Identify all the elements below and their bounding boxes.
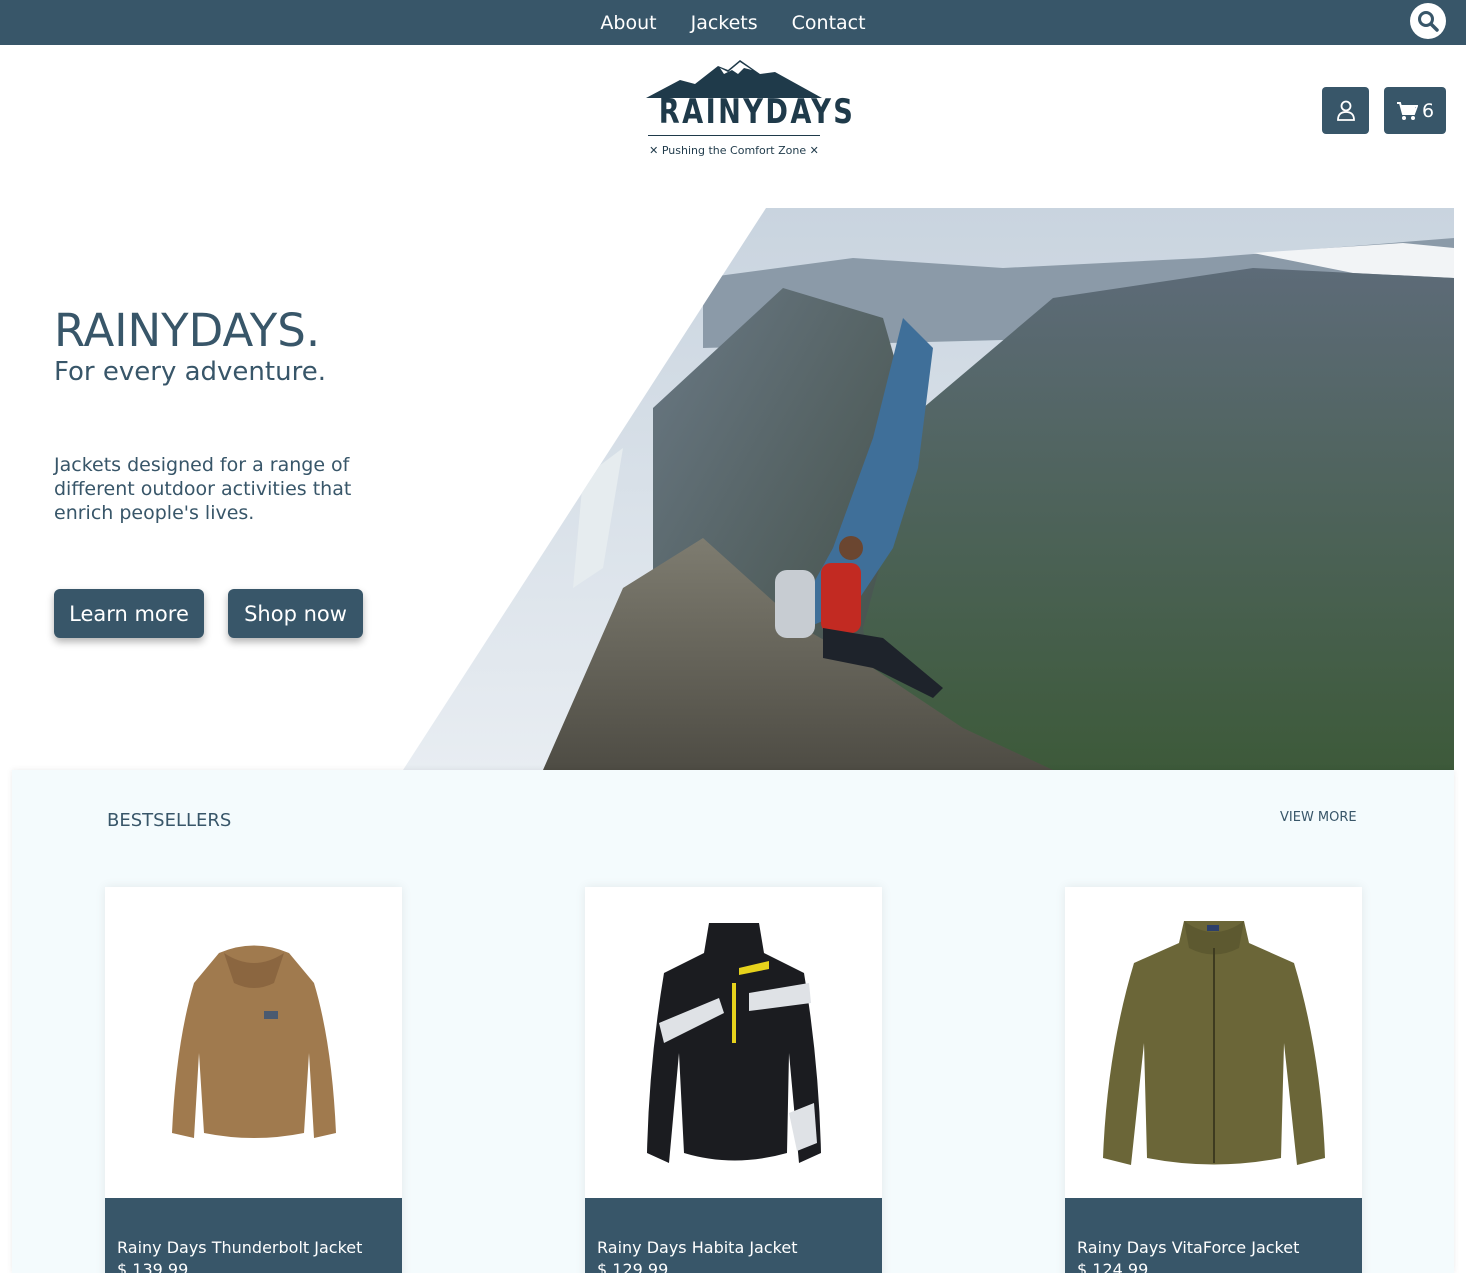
product-name: Rainy Days VitaForce Jacket [1077, 1238, 1300, 1257]
hero-title: RAINYDAYS. [54, 304, 321, 357]
hero-landscape-image [403, 208, 1454, 770]
cart-icon [1396, 101, 1418, 120]
product-info: Rainy Days VitaForce Jacket $ 124.99 [1065, 1198, 1362, 1273]
product-name: Rainy Days Habita Jacket [597, 1238, 798, 1257]
cart-count: 6 [1421, 99, 1435, 122]
product-price: $ 139.99 [117, 1260, 189, 1273]
bestsellers-section: BESTSELLERS VIEW MORE Rainy Days Thunder… [12, 770, 1454, 1273]
nav-link-jackets[interactable]: Jackets [691, 12, 758, 34]
logo-tagline: ✕ Pushing the Comfort Zone ✕ [649, 144, 819, 157]
nav-link-about[interactable]: About [600, 12, 656, 34]
product-price: $ 129.99 [597, 1260, 669, 1273]
product-name: Rainy Days Thunderbolt Jacket [117, 1238, 363, 1257]
logo-divider [648, 135, 820, 136]
racing-jacket-icon [646, 922, 821, 1163]
search-icon [1418, 11, 1439, 32]
user-icon [1336, 100, 1355, 121]
product-image [105, 887, 402, 1198]
hero-description: Jackets designed for a range of differen… [54, 454, 352, 524]
sweater-jacket-icon [1102, 920, 1325, 1165]
product-card[interactable]: Rainy Days VitaForce Jacket $ 124.99 [1065, 887, 1362, 1273]
site-logo[interactable]: RAINYDAYS ✕ Pushing the Comfort Zone ✕ [640, 58, 856, 162]
fleece-jacket-icon [171, 945, 336, 1138]
nav-links: About Jackets Contact [0, 0, 1466, 45]
cart-button[interactable]: 6 [1384, 87, 1446, 134]
product-image [585, 887, 882, 1198]
top-nav: About Jackets Contact [0, 0, 1466, 45]
search-button[interactable] [1410, 3, 1446, 39]
hero-subtitle: For every adventure. [54, 357, 326, 387]
learn-more-button[interactable]: Learn more [54, 589, 204, 638]
product-card[interactable]: Rainy Days Habita Jacket $ 129.99 [585, 887, 882, 1273]
section-title: BESTSELLERS [107, 810, 232, 831]
account-button[interactable] [1322, 87, 1369, 134]
product-card[interactable]: Rainy Days Thunderbolt Jacket $ 139.99 [105, 887, 402, 1273]
logo-wordmark: RAINYDAYS [658, 92, 856, 132]
shop-now-button[interactable]: Shop now [228, 589, 363, 638]
product-price: $ 124.99 [1077, 1260, 1149, 1273]
nav-link-contact[interactable]: Contact [792, 12, 866, 34]
view-more-link[interactable]: VIEW MORE [1280, 810, 1357, 825]
product-info: Rainy Days Thunderbolt Jacket $ 139.99 [105, 1198, 402, 1273]
product-info: Rainy Days Habita Jacket $ 129.99 [585, 1198, 882, 1273]
product-image [1065, 887, 1362, 1198]
